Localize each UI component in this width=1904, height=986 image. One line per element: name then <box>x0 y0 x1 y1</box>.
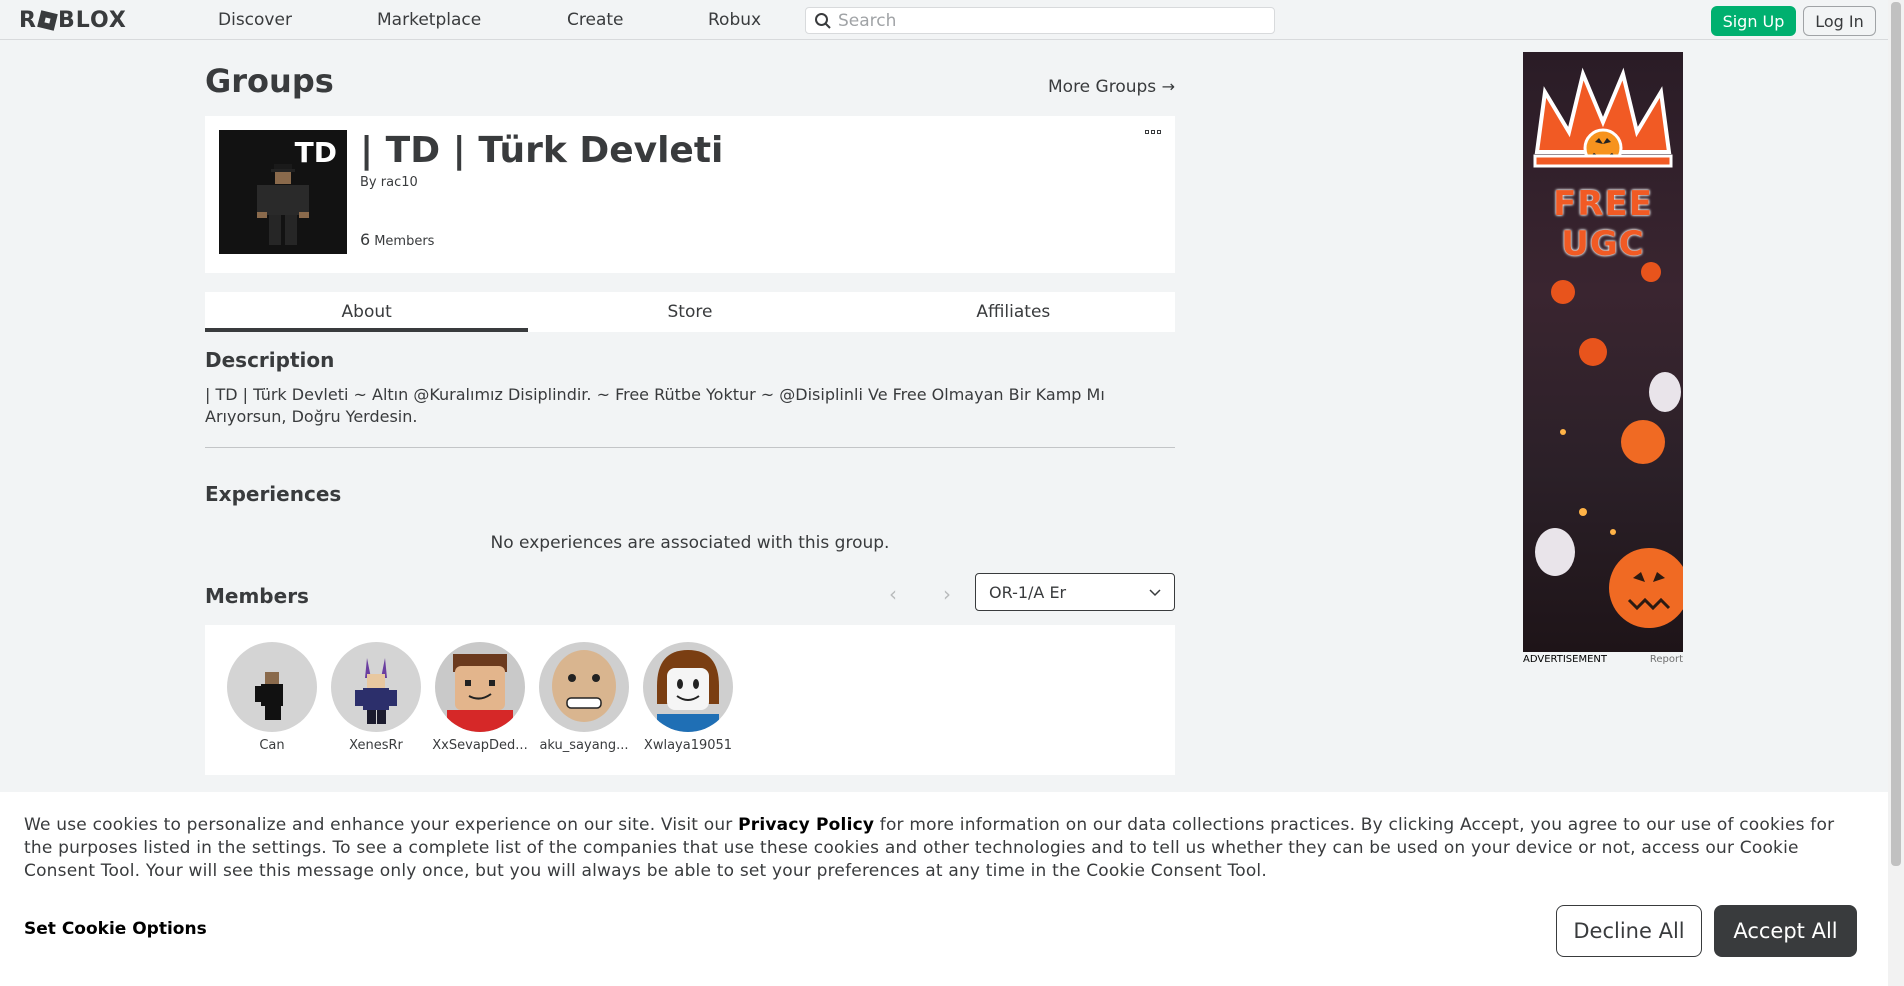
ad-label: ADVERTISEMENT <box>1523 654 1608 665</box>
no-experiences-message: No experiences are associated with this … <box>490 533 890 553</box>
ad-report-link[interactable]: Report <box>1650 654 1683 665</box>
group-owner-line: By rac10 <box>360 175 418 190</box>
chevron-down-icon <box>1149 589 1161 597</box>
member-name[interactable]: XxSevapDed... <box>430 738 530 753</box>
nav-link-robux[interactable]: Robux <box>708 10 761 30</box>
tab-store[interactable]: Store <box>528 292 851 332</box>
group-header-card: TD | TD | Türk Devleti By rac10 6 Members <box>205 116 1175 273</box>
set-cookie-options-link[interactable]: Set Cookie Options <box>24 919 207 939</box>
search-input[interactable] <box>838 10 1258 31</box>
cookie-banner: We use cookies to personalize and enhanc… <box>0 792 1888 986</box>
experiences-heading: Experiences <box>205 482 342 506</box>
group-description: | TD | Türk Devleti ~ Altın @Kuralımız D… <box>205 385 1105 426</box>
member-name[interactable]: aku_sayang... <box>534 738 634 753</box>
role-dropdown[interactable]: OR-1/A Er <box>975 573 1175 611</box>
description-heading: Description <box>205 348 335 372</box>
member-item[interactable]: XxSevapDed... <box>430 642 530 753</box>
more-groups-label: More Groups <box>1048 77 1157 97</box>
cookie-message: We use cookies to personalize and enhanc… <box>24 814 1864 883</box>
group-owner-link[interactable]: rac10 <box>381 175 418 190</box>
member-avatar[interactable] <box>539 642 629 732</box>
privacy-policy-link[interactable]: Privacy Policy <box>738 815 874 835</box>
advertisement-banner[interactable]: FREE UGC <box>1523 52 1683 652</box>
member-item[interactable]: Xwlaya19051 <box>638 642 738 753</box>
tab-about[interactable]: About <box>205 292 529 332</box>
top-navigation: R BLOX Discover Marketplace Create Robux … <box>0 0 1888 40</box>
decline-all-button[interactable]: Decline All <box>1556 905 1702 957</box>
cookie-text-before: We use cookies to personalize and enhanc… <box>24 815 739 835</box>
member-name[interactable]: XenesRr <box>326 738 426 753</box>
member-avatar[interactable] <box>331 642 421 732</box>
logo-letters: BLOX <box>57 7 127 33</box>
by-label: By <box>360 175 377 190</box>
page-title: Groups <box>205 62 334 100</box>
group-emblem: TD <box>219 130 347 254</box>
scrollbar-thumb[interactable] <box>1891 2 1901 866</box>
member-count-value: 6 <box>360 230 371 249</box>
log-in-button[interactable]: Log In <box>1803 6 1876 36</box>
member-count-label: Members <box>374 234 435 249</box>
member-item[interactable]: XenesRr <box>326 642 426 753</box>
member-item[interactable]: aku_sayang... <box>534 642 634 753</box>
search-icon <box>815 13 831 29</box>
member-name[interactable]: Can <box>222 738 322 753</box>
more-groups-link[interactable]: More Groups → <box>1048 77 1175 97</box>
member-avatar[interactable] <box>227 642 317 732</box>
tab-affiliates[interactable]: Affiliates <box>852 292 1175 332</box>
accept-all-button[interactable]: Accept All <box>1714 905 1857 957</box>
page-scrollbar[interactable] <box>1888 0 1904 986</box>
search-bar[interactable] <box>805 7 1275 34</box>
emblem-avatar-figure <box>257 164 309 245</box>
members-list: Can XenesRr XxSevapDed... aku_sayang... … <box>205 625 1175 775</box>
role-dropdown-value: OR-1/A Er <box>989 583 1067 602</box>
logo-letter-r: R <box>19 7 37 33</box>
ad-crown-graphic <box>1533 67 1673 168</box>
group-tabs: About Store Affiliates <box>205 292 1175 332</box>
sign-up-button[interactable]: Sign Up <box>1711 6 1796 36</box>
section-divider <box>205 447 1175 448</box>
pager-prev-icon[interactable]: ‹ <box>889 582 897 606</box>
logo-o-mark <box>37 9 58 31</box>
member-avatar[interactable] <box>435 642 525 732</box>
ad-pumpkins-graphic <box>1535 262 1683 628</box>
nav-link-marketplace[interactable]: Marketplace <box>377 10 481 30</box>
arrow-right-icon: → <box>1161 77 1175 96</box>
ad-footer: ADVERTISEMENT Report <box>1523 654 1683 668</box>
more-options-icon[interactable] <box>1145 130 1163 136</box>
member-avatar[interactable] <box>643 642 733 732</box>
group-name: | TD | Türk Devleti <box>360 130 724 171</box>
pager-next-icon[interactable]: › <box>943 582 951 606</box>
nav-link-create[interactable]: Create <box>567 10 624 30</box>
member-name[interactable]: Xwlaya19051 <box>638 738 738 753</box>
members-heading: Members <box>205 584 309 608</box>
member-count: 6 Members <box>360 230 434 249</box>
member-item[interactable]: Can <box>222 642 322 753</box>
roblox-logo[interactable]: R BLOX <box>19 7 127 33</box>
nav-link-discover[interactable]: Discover <box>218 10 292 30</box>
